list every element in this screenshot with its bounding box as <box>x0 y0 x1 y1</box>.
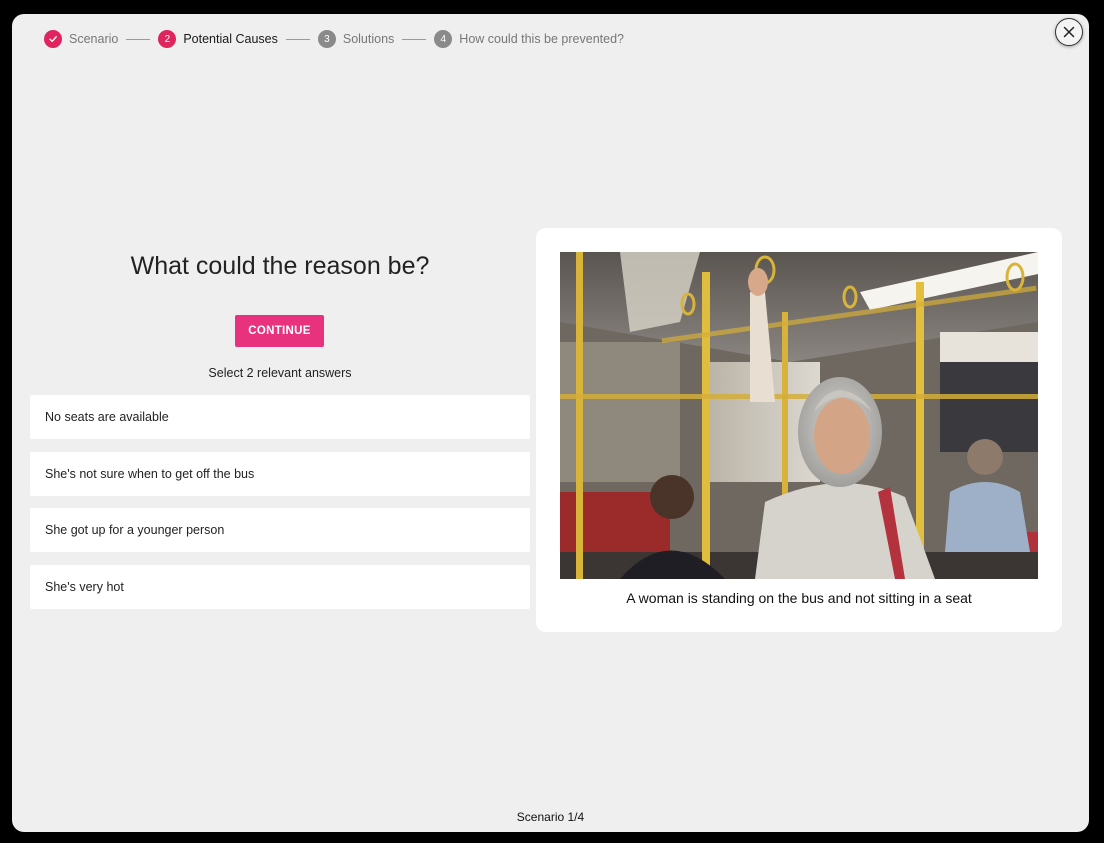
continue-button[interactable]: CONTINUE <box>235 315 324 347</box>
step-connector <box>126 38 151 40</box>
step-solutions[interactable]: 3 Solutions <box>317 30 395 48</box>
step-label: Solutions <box>342 32 395 46</box>
step-number: 2 <box>158 30 177 48</box>
answer-option[interactable]: No seats are available <box>30 395 530 439</box>
answer-list: No seats are available She's not sure wh… <box>30 395 530 622</box>
checkmark-icon <box>44 30 62 48</box>
answer-option[interactable]: She's not sure when to get off the bus <box>30 452 530 496</box>
answer-option[interactable]: She's very hot <box>30 565 530 609</box>
step-scenario[interactable]: Scenario <box>44 30 118 48</box>
scenario-caption: A woman is standing on the bus and not s… <box>626 590 972 606</box>
question-title: What could the reason be? <box>130 252 430 280</box>
progress-stepper: Scenario 2 Potential Causes 3 Solutions … <box>44 30 624 48</box>
scenario-progress: Scenario 1/4 <box>516 810 585 824</box>
step-connector <box>402 38 427 40</box>
step-potential-causes[interactable]: 2 Potential Causes <box>158 30 278 48</box>
close-button[interactable] <box>1055 18 1083 46</box>
close-icon <box>1063 26 1075 38</box>
step-label: How could this be prevented? <box>459 32 624 46</box>
scenario-photo <box>560 252 1038 579</box>
step-number: 3 <box>317 30 336 48</box>
step-prevention[interactable]: 4 How could this be prevented? <box>434 30 624 48</box>
selection-hint: Select 2 relevant answers <box>208 366 352 380</box>
scenario-modal: Scenario 2 Potential Causes 3 Solutions … <box>12 14 1089 832</box>
scenario-card: A woman is standing on the bus and not s… <box>536 228 1062 632</box>
answer-option[interactable]: She got up for a younger person <box>30 508 530 552</box>
step-number: 4 <box>434 30 453 48</box>
step-label: Scenario <box>69 32 119 46</box>
step-label: Potential Causes <box>183 32 278 46</box>
step-connector <box>285 38 310 40</box>
